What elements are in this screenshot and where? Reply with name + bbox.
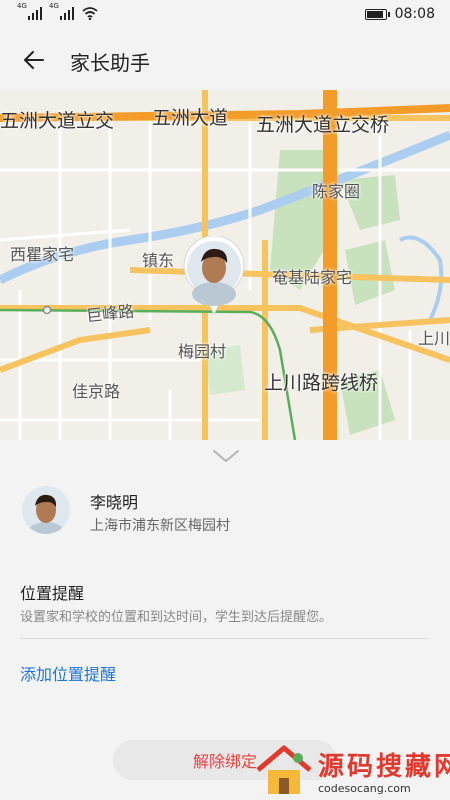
divider: [20, 638, 430, 639]
collapse-button[interactable]: [210, 446, 242, 466]
signal-icon: 4G: [49, 2, 74, 20]
signal-icon: 4G: [17, 2, 42, 20]
status-icons-left: 4G 4G: [17, 2, 98, 20]
map-label: 佳京路: [72, 382, 121, 401]
watermark-url: codesocang.com: [318, 782, 411, 795]
section-title: 位置提醒: [20, 584, 85, 603]
battery-icon: [364, 8, 390, 20]
chevron-down-icon: [213, 450, 239, 462]
avatar-pin-icon: [183, 235, 245, 316]
student-photo: [22, 486, 70, 534]
map-label: 奄基陆家宅: [272, 268, 353, 287]
watermark: 源码搜藏网 codesocang.com: [252, 740, 450, 800]
park-area: [345, 240, 395, 305]
student-name: 李晓明: [90, 493, 139, 512]
map-label: 五洲大道立交桥: [256, 114, 390, 136]
map-label: 五洲大道立交: [0, 110, 115, 132]
metro-station: [42, 305, 52, 315]
back-button[interactable]: [18, 44, 50, 76]
add-location-reminder-link[interactable]: 添加位置提醒: [20, 661, 116, 685]
status-bar: 4G 4G 08:08: [0, 0, 450, 30]
student-location-marker[interactable]: [182, 235, 246, 316]
map-label: 镇东: [142, 251, 175, 270]
map-label: 上川路跨线桥: [264, 372, 379, 394]
app-bar: 家长助手: [0, 30, 450, 90]
avatar: [22, 486, 70, 534]
map-label: 陈家圈: [312, 182, 361, 201]
map-label: 巨峰路: [85, 301, 136, 326]
map-label: 上川: [418, 329, 450, 348]
section-description: 设置家和学校的位置和到达时间，学生到达后提醒您。: [20, 610, 333, 625]
student-address: 上海市浦东新区梅园村: [90, 518, 230, 534]
map-label: 西瞿家宅: [10, 245, 75, 264]
wifi-icon: [82, 7, 98, 20]
map-label: 梅园村: [178, 342, 227, 361]
status-time: 08:08: [394, 6, 435, 22]
sim1-label: 4G: [17, 2, 27, 10]
watermark-text: 源码搜藏网: [318, 752, 450, 782]
page-title: 家长助手: [70, 51, 150, 75]
sim2-label: 4G: [49, 2, 59, 10]
arrow-left-icon: [24, 51, 44, 69]
status-icons-right: 08:08: [364, 6, 435, 22]
house-logo-icon: [256, 745, 312, 794]
map-label: 五洲大道: [152, 107, 229, 129]
